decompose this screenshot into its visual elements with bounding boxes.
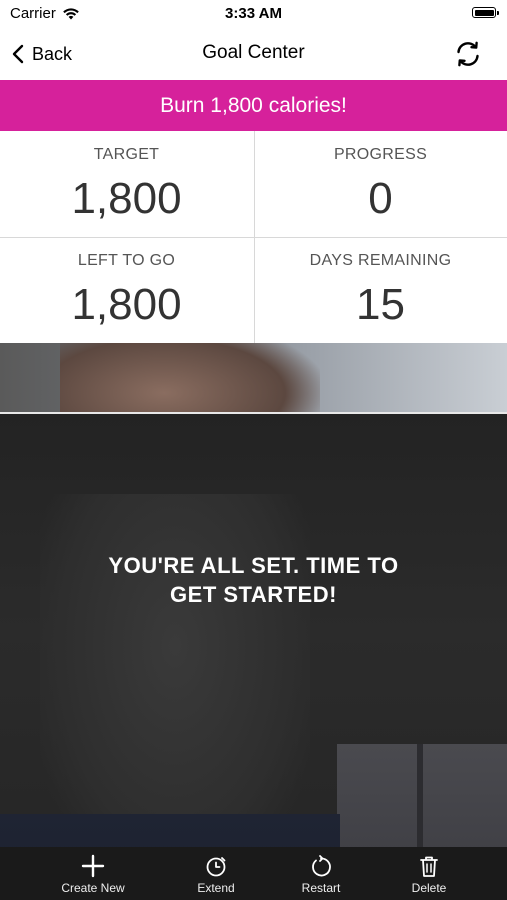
delete-label: Delete — [411, 881, 447, 895]
page-title: Goal Center — [202, 42, 305, 63]
create-new-label: Create New — [61, 881, 125, 895]
plus-icon — [81, 854, 105, 878]
hero-message: YOU'RE ALL SET. TIME TO GET STARTED! — [0, 551, 507, 609]
refresh-icon — [457, 41, 479, 67]
stat-days-remaining-value: 15 — [356, 280, 405, 329]
stat-left-to-go-label: LEFT TO GO — [77, 252, 176, 269]
hero-image: YOU'RE ALL SET. TIME TO GET STARTED! — [0, 343, 507, 847]
stat-progress-label: PROGRESS — [333, 146, 428, 163]
navigation-bar: Back Goal Center — [0, 28, 507, 80]
stat-left-to-go: LEFT TO GO 1,800 — [0, 237, 253, 342]
hero-photo-window-frame — [417, 744, 423, 847]
create-new-button[interactable]: Create New — [43, 847, 143, 900]
stat-progress-value: 0 — [368, 174, 393, 223]
delete-button[interactable]: Delete — [379, 847, 479, 900]
restart-label: Restart — [301, 881, 341, 895]
hero-photo-strip — [0, 343, 507, 463]
stat-days-remaining: DAYS REMAINING 15 — [254, 237, 507, 342]
restart-icon — [312, 855, 331, 877]
hero-photo-legs — [0, 814, 340, 847]
trash-icon — [420, 856, 438, 877]
hero-photo-window — [337, 744, 507, 847]
stat-left-to-go-value: 1,800 — [71, 280, 182, 329]
bottom-toolbar: Create New Extend Restart Delete — [0, 847, 507, 900]
refresh-button[interactable] — [453, 39, 483, 69]
status-bar: Carrier 3:33 AM — [0, 0, 507, 28]
hero-message-line1: YOU'RE ALL SET. TIME TO — [108, 553, 399, 578]
hero-message-line2: GET STARTED! — [170, 582, 337, 607]
back-button[interactable]: Back — [12, 40, 72, 68]
hero-overlay — [0, 414, 507, 847]
timer-icon — [206, 857, 226, 877]
stats-grid: TARGET 1,800 PROGRESS 0 LEFT TO GO 1,800… — [0, 131, 507, 343]
goal-banner: Burn 1,800 calories! — [0, 80, 507, 131]
stat-target: TARGET 1,800 — [0, 131, 253, 236]
extend-label: Extend — [197, 881, 235, 895]
stat-progress: PROGRESS 0 — [254, 131, 507, 236]
status-time: 3:33 AM — [225, 5, 282, 22]
stats-divider-horizontal — [0, 237, 507, 238]
extend-button[interactable]: Extend — [166, 847, 266, 900]
stat-target-label: TARGET — [93, 146, 160, 163]
chevron-left-icon — [12, 44, 24, 64]
hero-photo-figure — [40, 494, 310, 847]
stat-target-value: 1,800 — [71, 174, 182, 223]
stat-days-remaining-label: DAYS REMAINING — [309, 252, 452, 269]
restart-button[interactable]: Restart — [271, 847, 371, 900]
back-label: Back — [32, 43, 73, 64]
battery-icon — [472, 7, 499, 18]
